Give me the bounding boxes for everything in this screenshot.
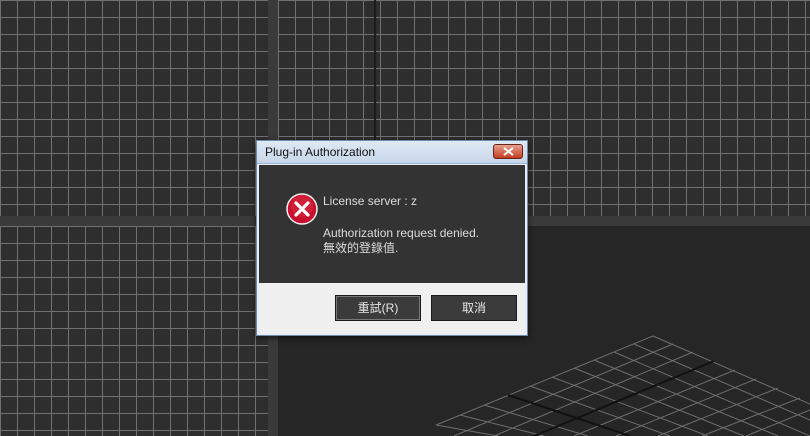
dialog-title: Plug-in Authorization: [265, 145, 376, 159]
license-server-text: License server : z: [323, 194, 418, 208]
dialog-footer: 重試(R) 取消: [259, 283, 525, 333]
viewport-bottom-left[interactable]: [0, 226, 268, 436]
dialog-titlebar[interactable]: Plug-in Authorization: [257, 141, 527, 164]
retry-button[interactable]: 重試(R): [335, 295, 421, 321]
close-button[interactable]: [493, 144, 523, 159]
viewport-top-left[interactable]: [0, 0, 268, 216]
close-icon: [503, 147, 514, 156]
error-icon: [286, 193, 318, 225]
invalid-value-text: 無效的登錄值.: [323, 241, 399, 255]
authorization-denied-text: Authorization request denied.: [323, 226, 480, 240]
plugin-authorization-dialog: Plug-in Authorization License server : z…: [256, 140, 528, 336]
dialog-body: License server : z Authorization request…: [259, 165, 525, 283]
cancel-button[interactable]: 取消: [431, 295, 517, 321]
